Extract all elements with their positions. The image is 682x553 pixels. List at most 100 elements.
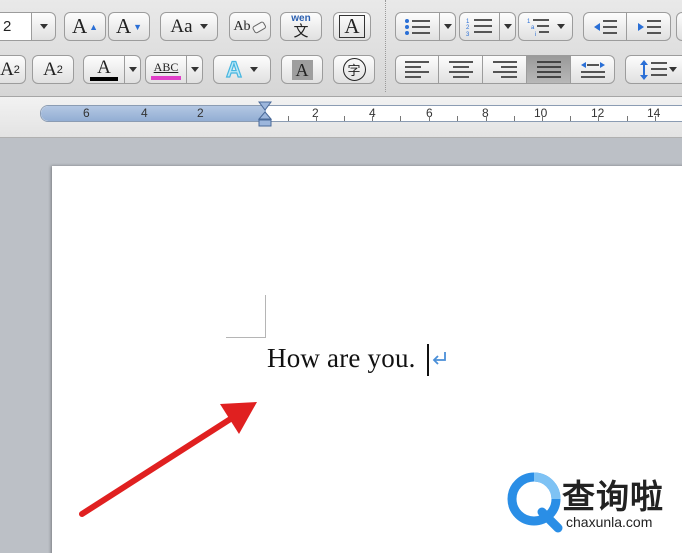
word-window: 2 A ▲ A ▼ Aa Ab wen 文 A 1 2 3 1 a i A 2 … (0, 0, 682, 553)
shrink-font-button[interactable]: A ▼ (108, 12, 150, 41)
chaxunla-logo-icon (507, 472, 563, 533)
chevron-down-icon (190, 67, 199, 72)
ruler-tick (598, 116, 599, 121)
clear-format-label: Ab (233, 18, 251, 34)
enclose-characters-button[interactable]: 字 (333, 55, 375, 84)
font-size-value: 2 (3, 18, 12, 35)
watermark-name: 查询啦 (562, 477, 664, 516)
ruler-label: 6 (83, 106, 90, 120)
chevron-down-icon (249, 67, 258, 72)
text-cursor (427, 344, 429, 376)
shrink-font-label: A (115, 14, 132, 38)
align-right-icon (492, 61, 517, 78)
ruler-tick (514, 116, 515, 121)
svg-text:2: 2 (466, 25, 470, 31)
font-color-dropdown[interactable] (125, 55, 141, 84)
distributed-button[interactable] (571, 55, 615, 84)
align-left-icon (405, 61, 429, 78)
paragraph-mark-icon (432, 352, 446, 365)
align-center-button[interactable] (439, 55, 483, 84)
chevron-down-icon (199, 24, 208, 29)
align-center-icon (448, 61, 473, 78)
numbered-list-icon: 1 2 3 (466, 18, 492, 37)
increase-indent-icon (637, 19, 661, 34)
increase-indent-button[interactable] (627, 12, 671, 41)
highlight-dropdown[interactable] (187, 55, 203, 84)
shrink-font-icon: ▼ (133, 21, 143, 32)
ruler-tick (316, 116, 317, 121)
change-case-label: Aa (170, 15, 193, 37)
justify-button[interactable] (527, 55, 571, 84)
align-left-button[interactable] (395, 55, 439, 84)
chevron-down-icon (128, 67, 137, 72)
enclose-char-label: 字 (347, 64, 361, 79)
char-border-label: A (339, 15, 365, 38)
toolbar-separator (385, 0, 386, 92)
horizontal-ruler[interactable]: 6 4 2 2 4 6 8 10 12 14 (40, 105, 682, 122)
chevron-down-icon (669, 67, 677, 72)
bullets-dropdown[interactable] (440, 12, 456, 41)
superscript-mark: 2 (13, 63, 20, 76)
formatting-toolbar: 2 A ▲ A ▼ Aa Ab wen 文 A 1 2 3 1 a i A 2 … (0, 0, 682, 97)
ruler-tick (486, 116, 487, 121)
multilevel-list-icon: 1 a i (527, 18, 549, 37)
ruler-label: 14 (647, 106, 661, 120)
font-size-field[interactable]: 2 (0, 12, 32, 41)
font-color-swatch (90, 76, 118, 81)
bullet-list-icon (404, 18, 430, 35)
numbering-dropdown[interactable] (500, 12, 516, 41)
watermark-url: chaxunla.com (566, 514, 653, 530)
superscript-button[interactable]: A2 (0, 55, 26, 84)
eraser-icon (252, 21, 266, 33)
subscript-label: A (43, 58, 57, 80)
chevron-down-icon (556, 24, 565, 29)
phonetic-bottom-label: 文 (293, 22, 309, 40)
ruler-tick (570, 116, 571, 121)
ruler-label: 2 (197, 106, 204, 120)
text-effects-label: A (225, 56, 242, 82)
ruler-tick (400, 116, 401, 121)
document-text[interactable]: How are you. (267, 343, 416, 374)
margin-corner-mark (226, 337, 266, 338)
numbering-button[interactable]: 1 2 3 (459, 12, 500, 41)
grow-font-label: A (71, 14, 88, 38)
text-effects-button[interactable]: A (213, 55, 271, 84)
clear-formatting-button[interactable]: Ab (229, 12, 271, 41)
highlight-label: ABC (153, 59, 179, 74)
decrease-indent-button[interactable] (583, 12, 627, 41)
font-color-button[interactable]: A (83, 55, 125, 84)
char-shading-label: A (291, 59, 313, 80)
ruler-tick (429, 116, 430, 121)
ruler-tick (344, 116, 345, 121)
character-shading-button[interactable]: A (281, 55, 323, 84)
toolbar-overflow-button[interactable] (676, 12, 682, 41)
ruler-label: 10 (534, 106, 548, 120)
font-color-label: A (97, 56, 111, 78)
phonetic-guide-button[interactable]: wen 文 (280, 12, 322, 41)
grow-font-icon: ▲ (89, 21, 99, 32)
character-border-button[interactable]: A (333, 12, 371, 41)
chevron-down-icon (443, 24, 452, 29)
ruler-left-margin (41, 106, 266, 121)
grow-font-button[interactable]: A ▲ (64, 12, 106, 41)
bullets-button[interactable] (395, 12, 440, 41)
highlight-button[interactable]: ABC (145, 55, 187, 84)
align-right-button[interactable] (483, 55, 527, 84)
svg-text:3: 3 (466, 32, 470, 37)
line-spacing-button[interactable] (625, 55, 682, 84)
ruler-tick (372, 116, 373, 121)
highlight-swatch (151, 75, 181, 80)
subscript-button[interactable]: A2 (32, 55, 74, 84)
distributed-align-icon (580, 61, 605, 78)
subscript-mark: 2 (56, 63, 63, 76)
font-size-dropdown[interactable] (31, 12, 56, 41)
ruler-label: 4 (141, 106, 148, 120)
line-spacing-icon (640, 59, 667, 80)
ruler-tick (457, 116, 458, 121)
chevron-down-icon (39, 24, 48, 29)
ruler-tick (627, 116, 628, 121)
indent-marker-icon[interactable] (258, 101, 272, 127)
change-case-button[interactable]: Aa (160, 12, 218, 41)
chevron-down-icon (503, 24, 512, 29)
multilevel-list-button[interactable]: 1 a i (518, 12, 573, 41)
